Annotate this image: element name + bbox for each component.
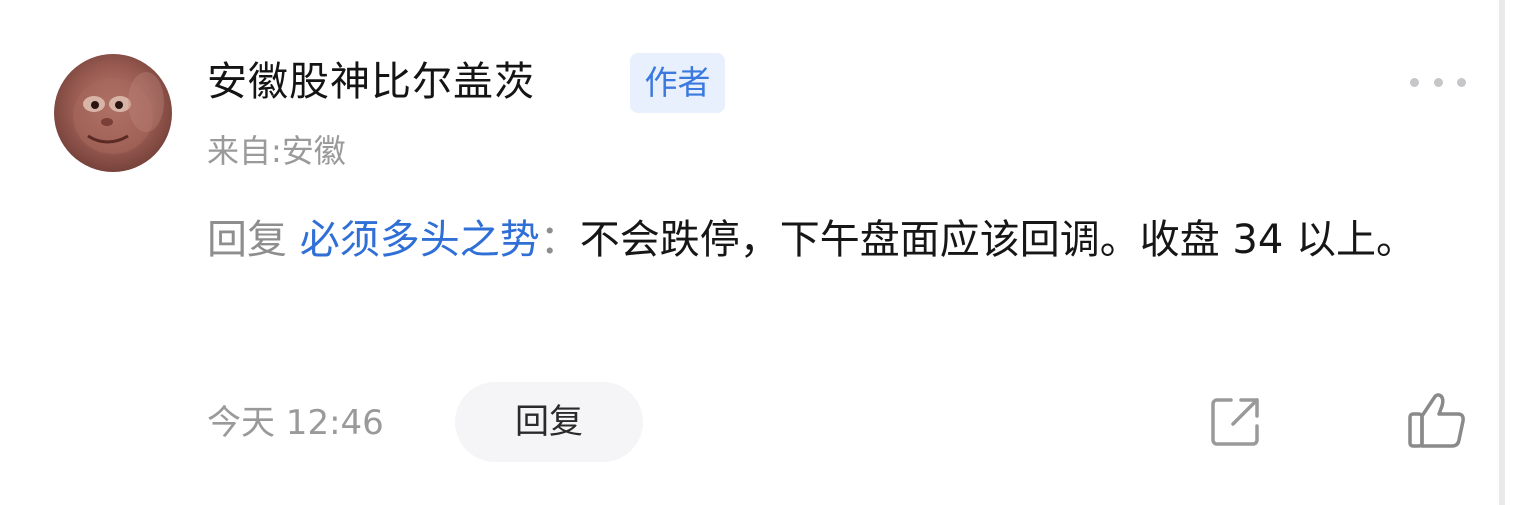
more-icon[interactable] (1410, 70, 1466, 94)
reply-button[interactable]: 回复 (455, 382, 643, 462)
reply-prefix: 回复 (207, 217, 287, 263)
reply-target-user[interactable]: 必须多头之势 (300, 217, 540, 263)
thumbs-up-icon[interactable] (1406, 390, 1468, 450)
more-dot (1457, 77, 1466, 87)
share-icon[interactable] (1207, 394, 1263, 450)
user-name[interactable]: 安徽股神比尔盖茨 (207, 50, 535, 114)
avatar-face-image (73, 72, 164, 154)
location-label: 来自:安徽 (207, 132, 346, 170)
comment-body: 回复 必须多头之势：不会跌停，下午盘面应该回调。收盘 34 以上。 (207, 202, 1467, 278)
comment-text: 不会跌停，下午盘面应该回调。收盘 34 以上。 (579, 217, 1417, 263)
avatar[interactable] (54, 54, 172, 172)
author-badge: 作者 (630, 53, 725, 113)
timestamp: 今天 12:46 (207, 403, 384, 443)
more-dot (1433, 77, 1443, 87)
comment-card: 安徽股神比尔盖茨 作者 来自:安徽 回复 必须多头之势：不会跌停，下午盘面应该回… (0, 0, 1500, 505)
reply-separator: ： (539, 217, 580, 263)
more-dot (1410, 77, 1419, 87)
